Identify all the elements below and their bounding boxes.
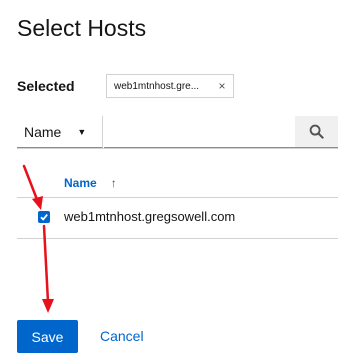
- search-button[interactable]: [295, 116, 338, 148]
- annotation-arrowhead-checkbox: [32, 196, 43, 210]
- checkmark-icon: [40, 214, 48, 221]
- sort-ascending-icon: ↑: [110, 176, 117, 190]
- selected-label: Selected: [17, 78, 75, 94]
- save-button[interactable]: Save: [17, 320, 78, 353]
- chip-close-icon[interactable]: ×: [212, 79, 232, 93]
- filter-attribute-value: Name: [24, 123, 62, 140]
- toolbar-divider: [17, 148, 338, 149]
- row-divider: [17, 238, 338, 239]
- column-header-label: Name: [64, 176, 97, 190]
- modal-title: Select Hosts: [17, 15, 147, 41]
- filter-attribute-dropdown[interactable]: Name ▼: [17, 116, 103, 148]
- annotation-arrowhead-save: [42, 299, 54, 313]
- annotation-arrows: [22, 164, 54, 313]
- row-checkbox[interactable]: [38, 211, 50, 223]
- selected-host-chip: web1mtnhost.gre... ×: [106, 74, 234, 98]
- cancel-button[interactable]: Cancel: [100, 327, 144, 345]
- column-header-name[interactable]: Name ↑: [64, 176, 117, 191]
- search-icon: [309, 124, 324, 139]
- host-name-cell: web1mtnhost.gregsowell.com: [64, 209, 236, 224]
- search-input[interactable]: [104, 116, 295, 148]
- caret-down-icon: ▼: [77, 126, 87, 137]
- chip-label: web1mtnhost.gre...: [114, 80, 200, 92]
- header-divider: [17, 197, 338, 198]
